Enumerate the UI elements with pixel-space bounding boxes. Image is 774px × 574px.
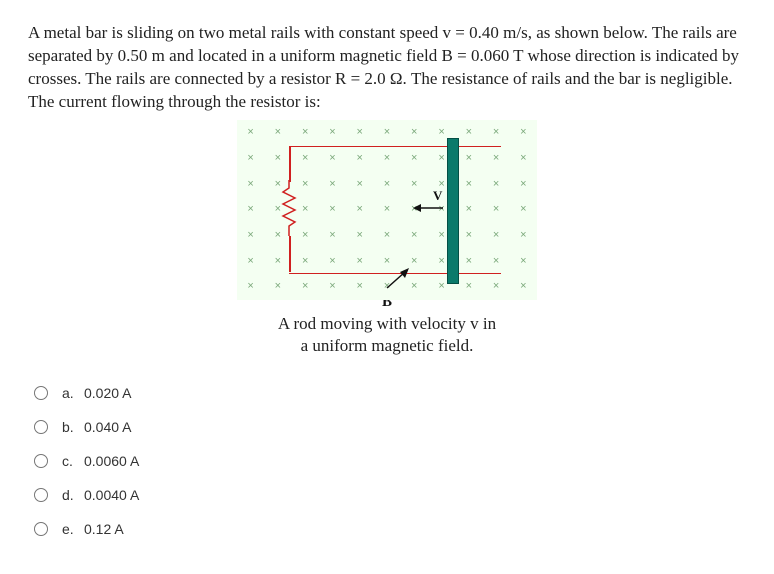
field-cross-icon: ×	[346, 120, 373, 146]
field-cross-icon: ×	[292, 120, 319, 146]
field-cross-icon: ×	[401, 120, 428, 146]
radio-a[interactable]	[34, 386, 48, 400]
field-cross-icon: ×	[237, 197, 264, 223]
diagram-container: ××××××××××××××××××××××××××××××××××××××××…	[28, 120, 746, 357]
field-cross-icon: ×	[510, 145, 537, 171]
field-cross-icon: ×	[264, 274, 291, 300]
b-arrow-icon	[385, 268, 409, 290]
option-letter: c.	[62, 453, 84, 469]
caption-line-2: a uniform magnetic field.	[301, 336, 474, 355]
option-text: 0.0040 A	[84, 487, 139, 503]
rails	[289, 146, 501, 274]
option-d[interactable]: d. 0.0040 A	[34, 487, 746, 503]
field-cross-icon: ×	[237, 248, 264, 274]
field-cross-icon: ×	[319, 274, 346, 300]
option-e[interactable]: e. 0.12 A	[34, 521, 746, 537]
field-cross-icon: ×	[292, 274, 319, 300]
field-cross-icon: ×	[264, 120, 291, 146]
field-cross-icon: ×	[510, 120, 537, 146]
option-text: 0.020 A	[84, 385, 132, 401]
radio-b[interactable]	[34, 420, 48, 434]
rail-left-bottom	[289, 236, 291, 272]
field-cross-icon: ×	[510, 274, 537, 300]
physics-diagram: ××××××××××××××××××××××××××××××××××××××××…	[237, 120, 537, 300]
field-cross-icon: ×	[373, 120, 400, 146]
question-text: A metal bar is sliding on two metal rail…	[28, 22, 746, 114]
field-cross-icon: ×	[510, 171, 537, 197]
field-cross-icon: ×	[482, 120, 509, 146]
field-cross-icon: ×	[510, 223, 537, 249]
field-cross-icon: ×	[510, 197, 537, 223]
field-cross-icon: ×	[264, 248, 291, 274]
radio-e[interactable]	[34, 522, 48, 536]
field-cross-icon: ×	[237, 274, 264, 300]
option-letter: a.	[62, 385, 84, 401]
field-cross-icon: ×	[237, 120, 264, 146]
field-cross-icon: ×	[455, 120, 482, 146]
velocity-arrow-icon	[413, 200, 443, 210]
option-letter: e.	[62, 521, 84, 537]
field-cross-icon: ×	[482, 274, 509, 300]
option-letter: b.	[62, 419, 84, 435]
option-text: 0.0060 A	[84, 453, 139, 469]
caption-line-1: A rod moving with velocity v in	[278, 314, 496, 333]
field-cross-icon: ×	[237, 223, 264, 249]
field-cross-icon: ×	[510, 248, 537, 274]
diagram-caption: A rod moving with velocity v in a unifor…	[278, 313, 496, 357]
option-c[interactable]: c. 0.0060 A	[34, 453, 746, 469]
rail-left-top	[289, 146, 291, 182]
field-cross-icon: ×	[237, 145, 264, 171]
resistor-icon	[281, 180, 297, 236]
field-cross-icon: ×	[319, 120, 346, 146]
radio-d[interactable]	[34, 488, 48, 502]
options-list: a. 0.020 A b. 0.040 A c. 0.0060 A d. 0.0…	[28, 385, 746, 537]
option-b[interactable]: b. 0.040 A	[34, 419, 746, 435]
field-cross-icon: ×	[455, 274, 482, 300]
radio-c[interactable]	[34, 454, 48, 468]
option-text: 0.12 A	[84, 521, 124, 537]
option-letter: d.	[62, 487, 84, 503]
sliding-bar	[447, 138, 459, 284]
field-cross-icon: ×	[237, 171, 264, 197]
option-text: 0.040 A	[84, 419, 132, 435]
field-cross-icon: ×	[264, 145, 291, 171]
field-cross-icon: ×	[346, 274, 373, 300]
option-a[interactable]: a. 0.020 A	[34, 385, 746, 401]
